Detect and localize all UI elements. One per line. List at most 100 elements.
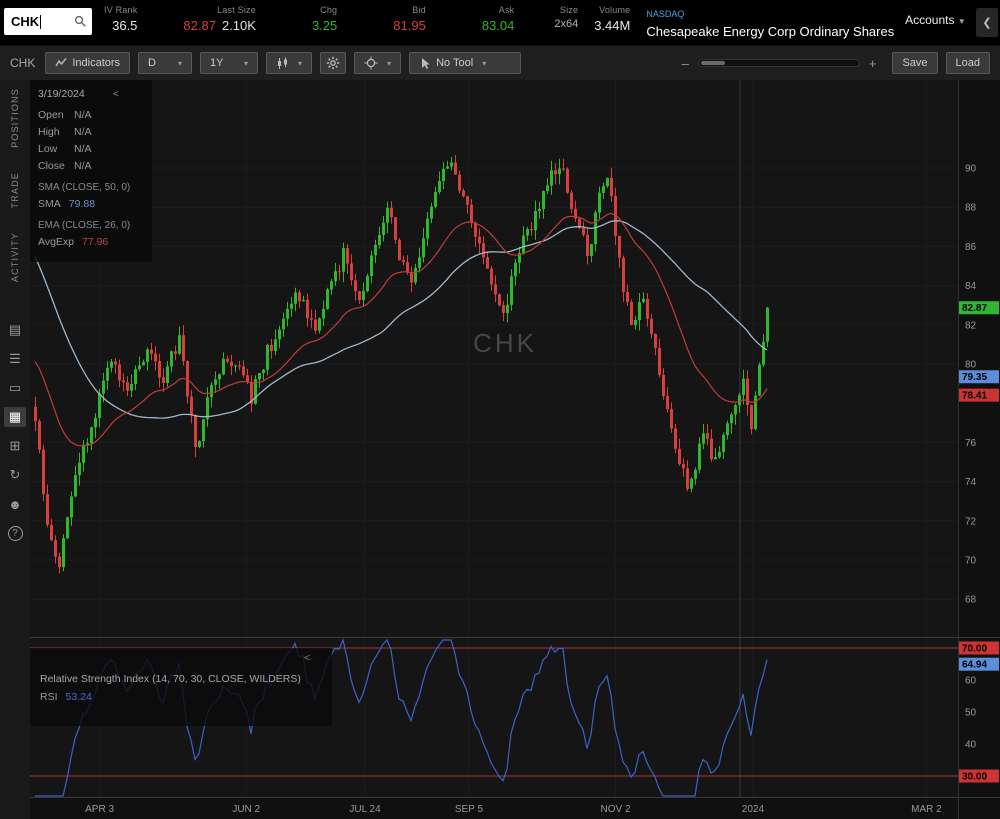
company-name: Chesapeake Energy Corp Ordinary Shares…: [646, 24, 896, 39]
field-ask: Ask 83.04: [482, 0, 515, 33]
search-icon[interactable]: [74, 15, 87, 28]
svg-text:72: 72: [965, 516, 977, 527]
chart-type-dropdown[interactable]: ▾: [266, 52, 312, 74]
field-size: Size 2x64: [554, 0, 578, 30]
svg-text:88: 88: [965, 203, 977, 214]
symbol-input[interactable]: CHK: [11, 14, 39, 29]
svg-text:79.35: 79.35: [962, 372, 987, 383]
indicator-wave-icon: [55, 57, 67, 69]
svg-text:APR 3: APR 3: [85, 804, 114, 815]
topbar: CHK IV Rank 36.5 Last Size 82.872.10K Ch…: [0, 0, 1000, 45]
svg-text:90: 90: [965, 164, 977, 175]
tool-dropdown[interactable]: No Tool ▾: [409, 52, 521, 74]
field-chg: Chg 3.25: [312, 0, 337, 33]
svg-text:MAR 2: MAR 2: [911, 804, 942, 815]
monitor-chart-icon[interactable]: ▤: [4, 320, 26, 340]
zoom-out-button[interactable]: –: [682, 56, 689, 71]
svg-text:CHK: CHK: [473, 328, 537, 358]
chevron-down-icon: ▾: [959, 16, 964, 26]
chevron-down-icon: ▾: [387, 59, 391, 68]
svg-text:40: 40: [965, 740, 977, 751]
svg-text:74: 74: [965, 477, 977, 488]
rsi-value: 53.24: [66, 691, 92, 703]
field-bid: Bid 81.95: [393, 0, 426, 33]
zoom-slider[interactable]: [698, 59, 860, 67]
sma-value: 79.88: [69, 198, 95, 210]
svg-text:60: 60: [965, 676, 977, 687]
layout-icon[interactable]: ▭: [4, 378, 26, 398]
field-volume: Volume 3.44M: [594, 0, 630, 33]
grid-icon[interactable]: ⊞: [4, 436, 26, 456]
svg-text:82: 82: [965, 320, 977, 331]
sidebar-tab-activity[interactable]: ACTIVITY: [10, 232, 20, 282]
svg-text:JUN 2: JUN 2: [232, 804, 260, 815]
ema-value: 77.96: [82, 236, 108, 248]
indicators-button[interactable]: Indicators: [45, 52, 130, 74]
zoom-in-button[interactable]: +: [869, 56, 877, 71]
collapse-panel-button[interactable]: ❮: [976, 8, 998, 37]
svg-text:NOV 2: NOV 2: [601, 804, 631, 815]
svg-text:82.87: 82.87: [962, 303, 987, 314]
field-last-size: Last Size 82.872.10K: [183, 0, 256, 33]
svg-text:70: 70: [965, 556, 977, 567]
sidebar-icons: ▤ ☰ ▭ ▦ ⊞ ↻ ☻ ?: [4, 320, 26, 541]
rsi-value-row: RSI 53.24: [40, 691, 322, 703]
cursor-pointer-icon: [419, 57, 431, 70]
rsi-overlay: < Relative Strength Index (14, 70, 30, C…: [30, 648, 332, 726]
settings-gear-button[interactable]: [320, 52, 346, 74]
chart-region: CHK 90 88 86 84 82 80 76 74 72 70 68 60 50 40 APR 3 JUN …: [30, 80, 1000, 819]
users-icon[interactable]: ☻: [4, 494, 26, 514]
chart-icon[interactable]: ▦: [4, 407, 26, 427]
timeframe-dropdown[interactable]: D ▾: [138, 52, 192, 74]
ohlc-high-row: HighN/A: [38, 126, 144, 138]
rsi-indicator-title: Relative Strength Index (14, 70, 30, CLO…: [40, 673, 322, 685]
svg-text:2024: 2024: [742, 804, 765, 815]
svg-text:86: 86: [965, 242, 977, 253]
svg-text:30.00: 30.00: [962, 772, 987, 783]
chart-toolbar: CHK Indicators D ▾ 1Y ▾ ▾: [0, 45, 1000, 80]
svg-text:70.00: 70.00: [962, 644, 987, 655]
range-dropdown[interactable]: 1Y ▾: [200, 52, 258, 74]
svg-text:78.41: 78.41: [962, 391, 987, 402]
candlestick-icon: [276, 57, 289, 70]
collapse-overlay-icon[interactable]: <: [113, 88, 119, 100]
refresh-icon[interactable]: ↻: [4, 465, 26, 485]
left-sidebar: POSITIONS TRADE ACTIVITY ▤ ☰ ▭ ▦ ⊞ ↻ ☻ ?: [0, 80, 30, 819]
ohlc-overlay: 3/19/2024 < OpenN/A HighN/A LowN/A Close…: [30, 80, 152, 262]
crosshair-dropdown[interactable]: ▾: [354, 52, 401, 74]
zoom-slider-handle[interactable]: [701, 61, 725, 65]
sidebar-tab-trade[interactable]: TRADE: [10, 172, 20, 209]
chevron-down-icon: ▾: [178, 59, 182, 68]
sma-indicator-title: SMA (CLOSE, 50, 0): [38, 182, 144, 193]
ema-value-row: AvgExp 77.96: [38, 236, 144, 248]
text-cursor: [40, 15, 41, 29]
crosshair-icon: [364, 56, 378, 70]
chart-symbol-label: CHK: [10, 56, 35, 70]
instrument-info: NASDAQ Chesapeake Energy Corp Ordinary S…: [646, 0, 896, 39]
collapse-rsi-overlay-icon[interactable]: <: [304, 652, 310, 664]
svg-text:68: 68: [965, 595, 977, 606]
svg-text:80: 80: [965, 360, 977, 371]
svg-text:76: 76: [965, 438, 977, 449]
load-button[interactable]: Load: [946, 52, 990, 74]
help-icon[interactable]: ?: [8, 526, 23, 541]
accounts-menu[interactable]: Accounts▾: [905, 0, 964, 27]
exchange-label: NASDAQ: [646, 9, 684, 19]
chevron-down-icon: ▾: [482, 59, 486, 68]
svg-text:64.94: 64.94: [962, 660, 987, 671]
ohlc-open-row: OpenN/A: [38, 109, 144, 121]
watchlist-icon[interactable]: ☰: [4, 349, 26, 369]
save-button[interactable]: Save: [892, 52, 937, 74]
svg-text:50: 50: [965, 708, 977, 719]
svg-text:SEP 5: SEP 5: [455, 804, 484, 815]
symbol-search-box[interactable]: CHK: [4, 8, 92, 35]
field-iv-rank: IV Rank 36.5: [104, 0, 137, 33]
crosshair-date: 3/19/2024: [38, 88, 85, 100]
sma-value-row: SMA 79.88: [38, 198, 144, 210]
gear-icon: [326, 56, 340, 70]
sidebar-tab-positions[interactable]: POSITIONS: [10, 88, 20, 148]
svg-text:84: 84: [965, 281, 977, 292]
svg-text:JUL 24: JUL 24: [349, 804, 381, 815]
zoom-control: – +: [682, 56, 877, 71]
chevron-down-icon: ▾: [298, 59, 302, 68]
